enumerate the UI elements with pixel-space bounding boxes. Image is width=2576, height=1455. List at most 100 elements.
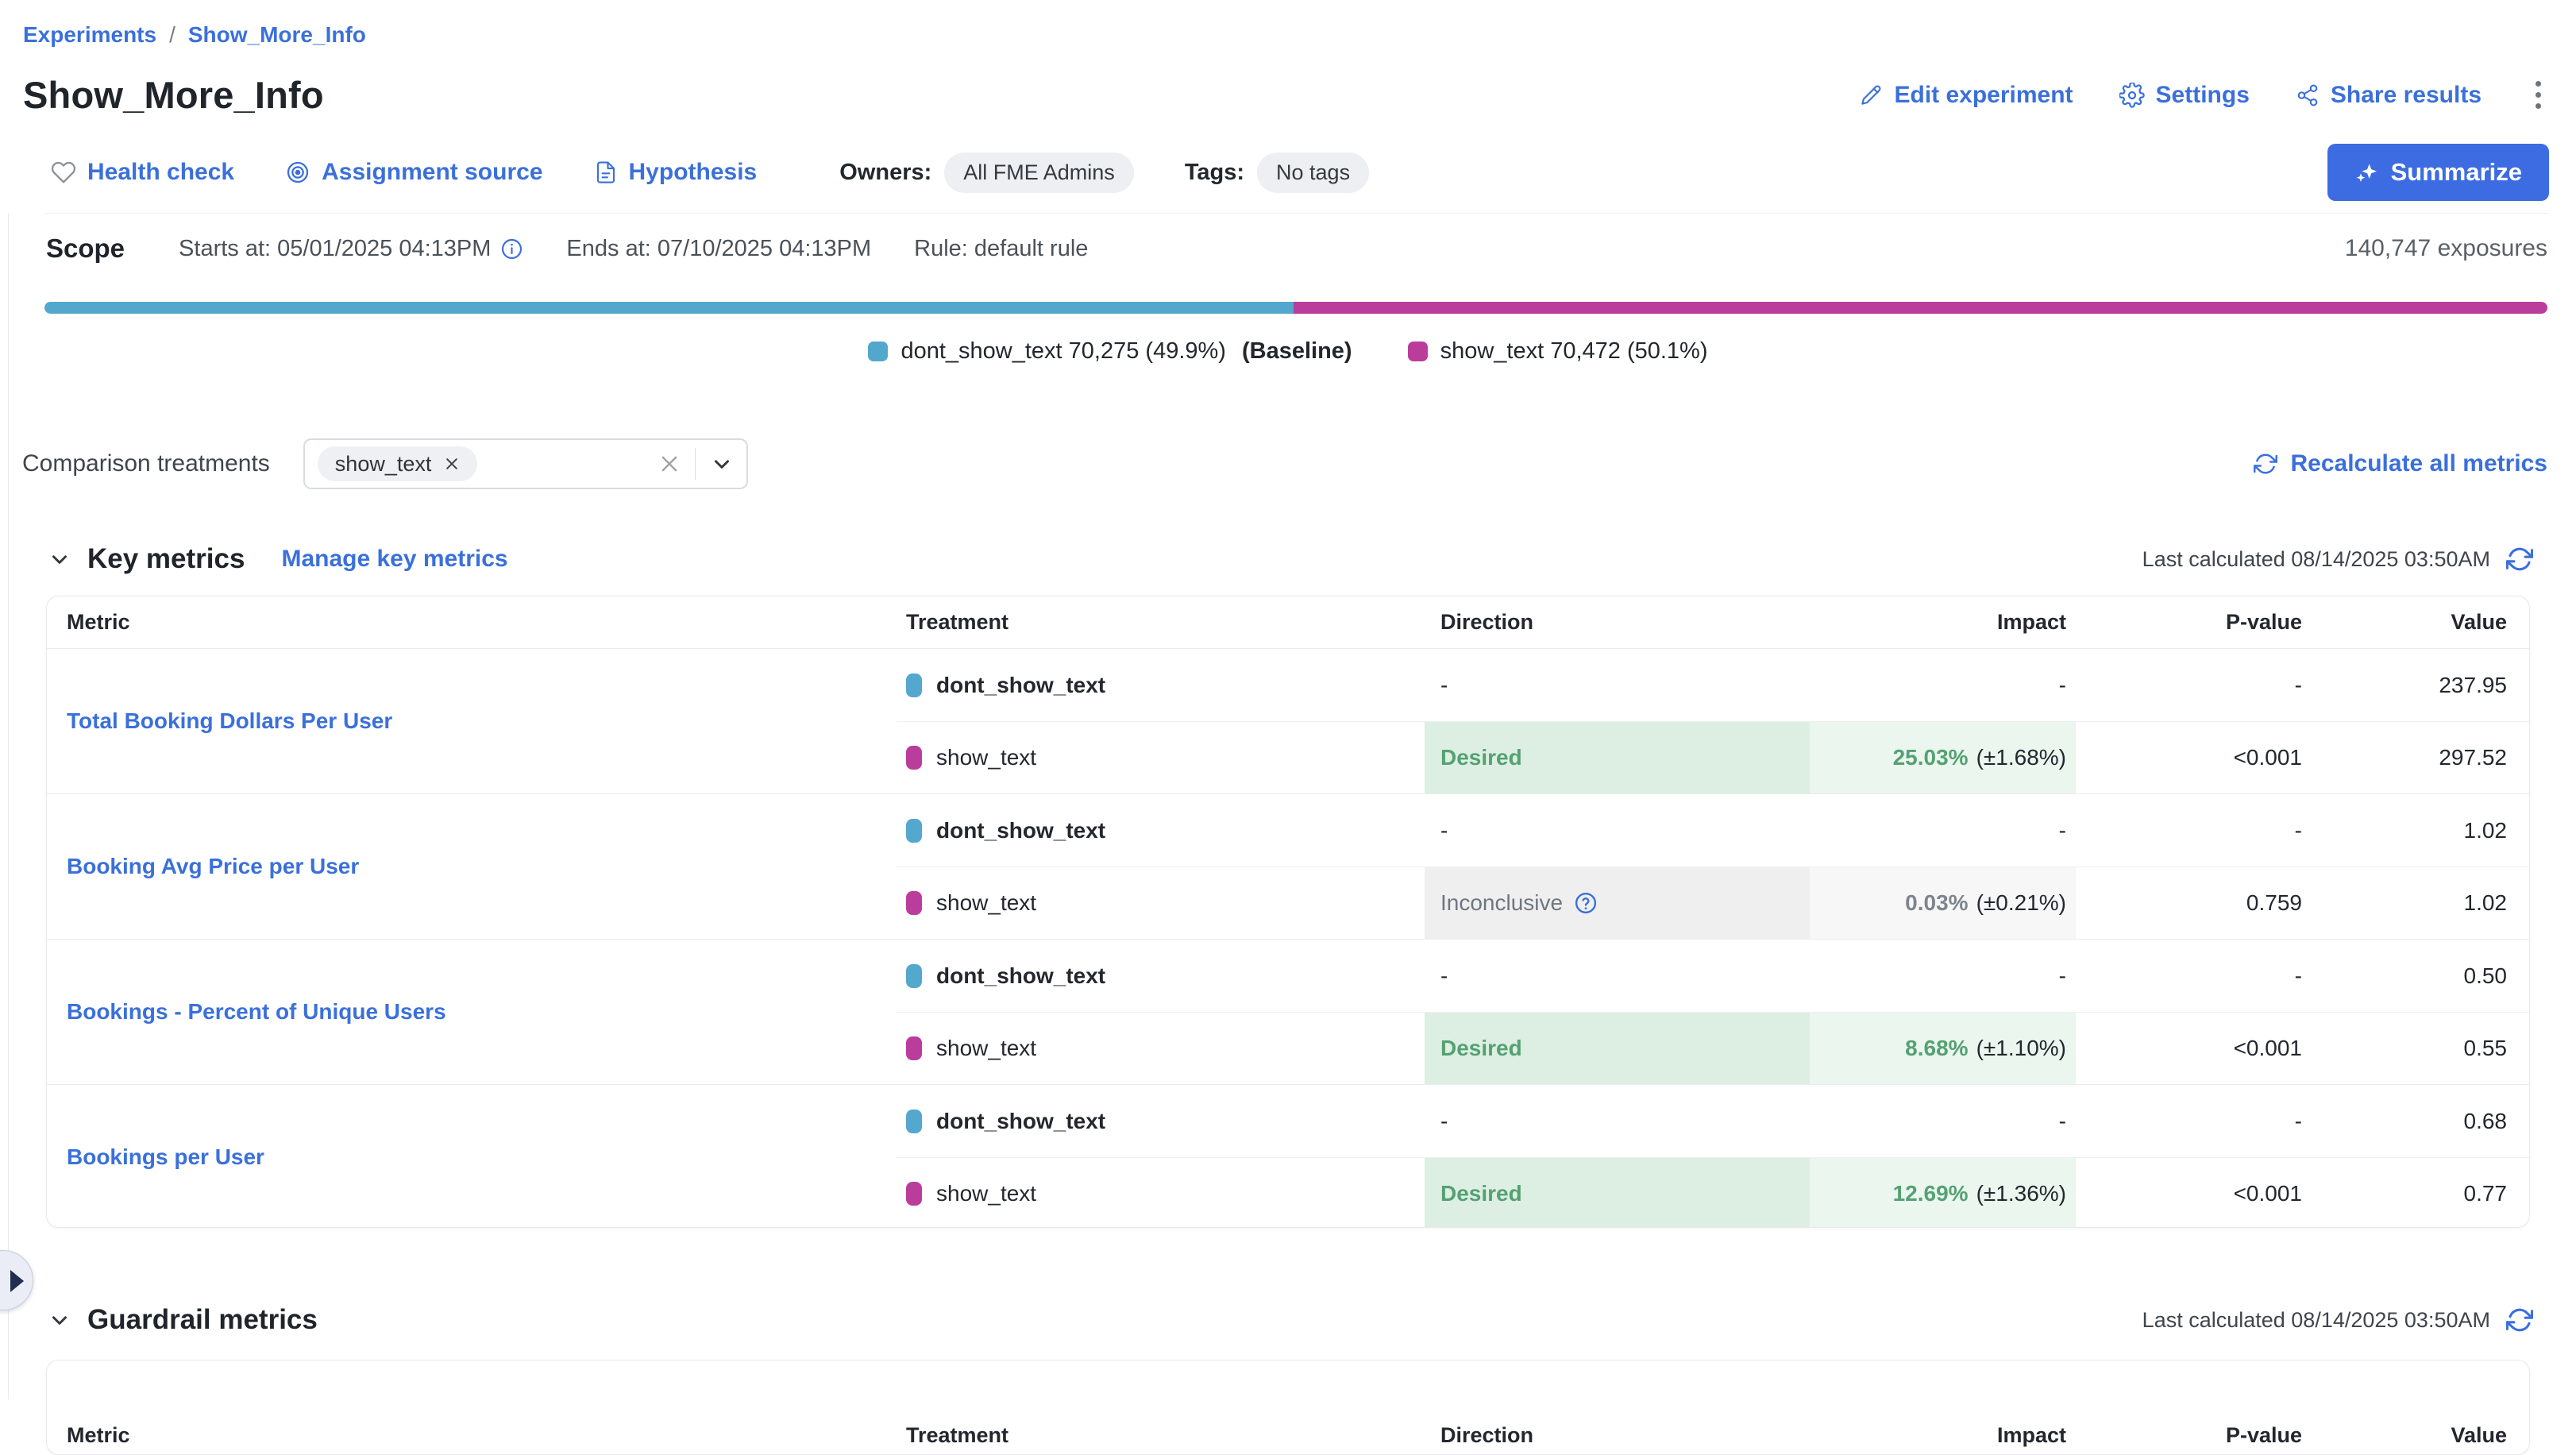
tags-label: Tags: — [1185, 160, 1244, 186]
metric-link[interactable]: Booking Avg Price per User — [67, 854, 359, 879]
direction-cell: Desired — [1425, 721, 1810, 793]
assignment-source-label: Assignment source — [322, 159, 542, 186]
metric-group: Total Booking Dollars Per User dont_show… — [47, 649, 2529, 793]
key-metrics-card: Metric Treatment Direction Impact P-valu… — [46, 596, 2530, 1228]
recalculate-label: Recalculate all metrics — [2290, 450, 2547, 477]
col-direction: Direction — [1425, 596, 1810, 648]
collapse-chevron-icon[interactable] — [48, 547, 71, 571]
health-check-link[interactable]: Health check — [51, 159, 234, 186]
treatment-name: show_text — [936, 745, 1036, 770]
chip-remove-icon[interactable] — [444, 456, 460, 472]
assignment-source-link[interactable]: Assignment source — [285, 159, 542, 186]
share-results-button[interactable]: Share results — [2296, 82, 2482, 109]
treatment-chip — [906, 891, 922, 915]
value-cell: 0.55 — [2302, 1012, 2529, 1084]
key-metrics-header: Key metrics Manage key metrics Last calc… — [48, 543, 2533, 575]
metric-link[interactable]: Total Booking Dollars Per User — [67, 708, 392, 734]
page-header: Show_More_Info Edit experiment Settings … — [23, 73, 2549, 117]
expand-panel-toggle[interactable] — [0, 1250, 33, 1310]
page-title: Show_More_Info — [23, 73, 324, 117]
exposure-split-bar — [44, 302, 2547, 314]
col-pvalue: P-value — [2076, 596, 2302, 648]
col-direction: Direction — [1425, 1388, 1810, 1448]
comparison-treatments-row: Comparison treatments show_text Recalcul… — [22, 438, 2547, 489]
settings-button[interactable]: Settings — [2119, 82, 2250, 109]
breadcrumb-current-link[interactable]: Show_More_Info — [188, 22, 366, 48]
direction-cell: - — [1425, 940, 1810, 1012]
guardrail-table-header: Metric Treatment Direction Impact P-valu… — [47, 1360, 2529, 1448]
sparkles-icon — [2354, 160, 2380, 185]
value-cell: 1.02 — [2302, 794, 2529, 866]
expand-arrow-icon — [10, 1270, 24, 1292]
legend-treatment-label: show_text 70,472 (50.1%) — [1440, 338, 1708, 365]
treatment-name: show_text — [936, 890, 1036, 916]
more-options-kebab-icon[interactable] — [2528, 76, 2549, 114]
pvalue-cell: - — [2076, 649, 2302, 721]
metric-link[interactable]: Bookings - Percent of Unique Users — [67, 999, 446, 1025]
select-divider — [695, 448, 696, 480]
hypothesis-link[interactable]: Hypothesis — [594, 159, 758, 186]
metric-group: Booking Avg Price per User dont_show_tex… — [47, 793, 2529, 939]
treatment-chip[interactable]: show_text — [318, 446, 478, 481]
recalculate-all-metrics-button[interactable]: Recalculate all metrics — [2254, 450, 2547, 477]
legend-item-baseline: dont_show_text 70,275 (49.9%) (Baseline) — [868, 338, 1352, 365]
direction-cell: Desired — [1425, 1157, 1810, 1228]
value-cell: 1.02 — [2302, 866, 2529, 939]
direction-cell: - — [1425, 1085, 1810, 1157]
metric-link[interactable]: Bookings per User — [67, 1144, 264, 1170]
impact-cell: 0.03%(±0.21%) — [1810, 866, 2076, 939]
baseline-swatch — [868, 342, 888, 361]
refresh-icon[interactable] — [2506, 546, 2533, 573]
section-divider — [44, 213, 2549, 214]
pvalue-cell: <0.001 — [2076, 721, 2302, 793]
impact-cell: - — [1810, 1085, 2076, 1157]
collapse-chevron-icon[interactable] — [48, 1308, 71, 1332]
pvalue-cell: <0.001 — [2076, 1157, 2302, 1228]
pvalue-cell: - — [2076, 940, 2302, 1012]
health-check-label: Health check — [87, 159, 234, 186]
tags-pill[interactable]: No tags — [1257, 152, 1369, 193]
comparison-treatments-select[interactable]: show_text — [303, 438, 748, 489]
chevron-down-icon[interactable] — [710, 452, 734, 476]
legend-item-treatment: show_text 70,472 (50.1%) — [1408, 338, 1708, 365]
summarize-label: Summarize — [2391, 158, 2522, 187]
share-icon — [2296, 83, 2320, 107]
info-icon[interactable] — [500, 237, 523, 261]
key-metrics-title: Key metrics — [87, 543, 245, 575]
exposure-legend: dont_show_text 70,275 (49.9%) (Baseline)… — [0, 338, 2576, 365]
col-impact: Impact — [1810, 1388, 2076, 1448]
summarize-button[interactable]: Summarize — [2327, 144, 2549, 201]
manage-key-metrics-link[interactable]: Manage key metrics — [281, 546, 507, 573]
collapsed-panel-edge — [8, 213, 9, 1399]
breadcrumb-experiments-link[interactable]: Experiments — [23, 22, 156, 48]
question-circle-icon[interactable] — [1574, 891, 1598, 915]
treatment-name: dont_show_text — [936, 1109, 1105, 1134]
impact-cell: 12.69%(±1.36%) — [1810, 1157, 2076, 1228]
pencil-icon — [1859, 83, 1883, 107]
impact-cell: 25.03%(±1.68%) — [1810, 721, 2076, 793]
col-pvalue: P-value — [2076, 1388, 2302, 1448]
treatment-chip-label: show_text — [335, 452, 432, 477]
treatment-chip — [906, 1182, 922, 1206]
col-value: Value — [2302, 1388, 2529, 1448]
comparison-treatments-label: Comparison treatments — [22, 450, 270, 477]
scope-starts-at: Starts at: 05/01/2025 04:13PM — [179, 236, 523, 262]
select-clear-icon[interactable] — [658, 453, 681, 475]
tags-group: Tags: No tags — [1185, 152, 1369, 193]
col-impact: Impact — [1810, 596, 2076, 648]
key-metrics-table-header: Metric Treatment Direction Impact P-valu… — [47, 596, 2529, 649]
experiment-toolbar: Health check Assignment source Hypothesi… — [51, 141, 2549, 203]
direction-cell: - — [1425, 649, 1810, 721]
col-metric: Metric — [47, 1388, 897, 1448]
treatment-chip — [906, 1036, 922, 1060]
owners-pill[interactable]: All FME Admins — [944, 152, 1134, 193]
refresh-icon[interactable] — [2506, 1306, 2533, 1333]
impact-cell: - — [1810, 794, 2076, 866]
scope-row: Scope Starts at: 05/01/2025 04:13PM Ends… — [46, 233, 2547, 264]
treatment-name: show_text — [936, 1036, 1036, 1061]
target-icon — [285, 160, 310, 185]
breadcrumb-separator: / — [169, 22, 175, 48]
col-treatment: Treatment — [897, 596, 1425, 648]
edit-experiment-button[interactable]: Edit experiment — [1859, 82, 2073, 109]
baseline-chip — [906, 673, 922, 697]
